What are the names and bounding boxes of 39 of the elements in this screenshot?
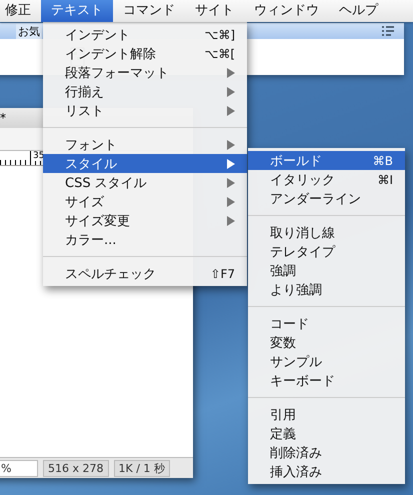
menu-item[interactable]: イタリック ⌘I [248,170,405,189]
menu-item[interactable]: キーボード [248,371,405,390]
status-field[interactable]: 1K / 1 秒 [114,460,170,476]
menu-item[interactable]: 強調 [248,261,405,280]
menu-item[interactable]: サンプル [248,352,405,371]
menu-item[interactable]: インデント解除 ⌥⌘[ [43,44,247,63]
menu-item[interactable]: 削除済み [248,443,405,462]
menu-item[interactable]: より強調 [248,280,405,299]
status-field[interactable]: 516 x 278 [43,460,108,476]
menu-bar-item[interactable]: 修正 [0,0,41,22]
menu-item[interactable]: ボールド ⌘B [248,151,405,170]
menu-item[interactable]: CSS スタイル [43,173,247,192]
menu-item[interactable]: 変数 [248,333,405,352]
menu-item[interactable]: コード [248,314,405,333]
menu-item[interactable]: 定義 [248,424,405,443]
menu-bar-item[interactable]: ヘルプ [329,0,388,22]
menu-item[interactable]: サイズ変更 [43,211,247,230]
status-field[interactable]: % [0,460,38,476]
list-icon[interactable] [382,26,396,36]
menu-item[interactable]: 引用 [248,405,405,424]
menu-item[interactable]: 取り消し線 [248,223,405,242]
menu-item[interactable]: カラー... [43,230,247,249]
menu-item[interactable]: サイズ [43,192,247,211]
menu-item[interactable]: フォント [43,135,247,154]
menu-item[interactable]: テレタイプ [248,242,405,261]
menu-item[interactable]: スタイル [43,154,247,173]
toolbar-tab[interactable]: お気 [16,24,42,38]
menu-bar-item[interactable]: ウィンドウ [244,0,329,22]
menu-item[interactable]: 挿入済み [248,462,405,481]
menu-item[interactable]: 段落フォーマット [43,63,247,82]
menu-item[interactable]: インデント ⌥⌘] [43,25,247,44]
menu-item[interactable]: 行揃え [43,82,247,101]
menu-item[interactable]: リスト [43,101,247,120]
menu-bar-item[interactable]: テキスト [41,0,113,22]
window-title: * [0,111,6,125]
menu-bar-item[interactable]: サイト [185,0,244,22]
menu-bar-item[interactable]: コマンド [113,0,185,22]
menu-item[interactable]: スペルチェック ⇧F7 [43,264,247,283]
menu-item[interactable]: アンダーライン [248,189,405,208]
